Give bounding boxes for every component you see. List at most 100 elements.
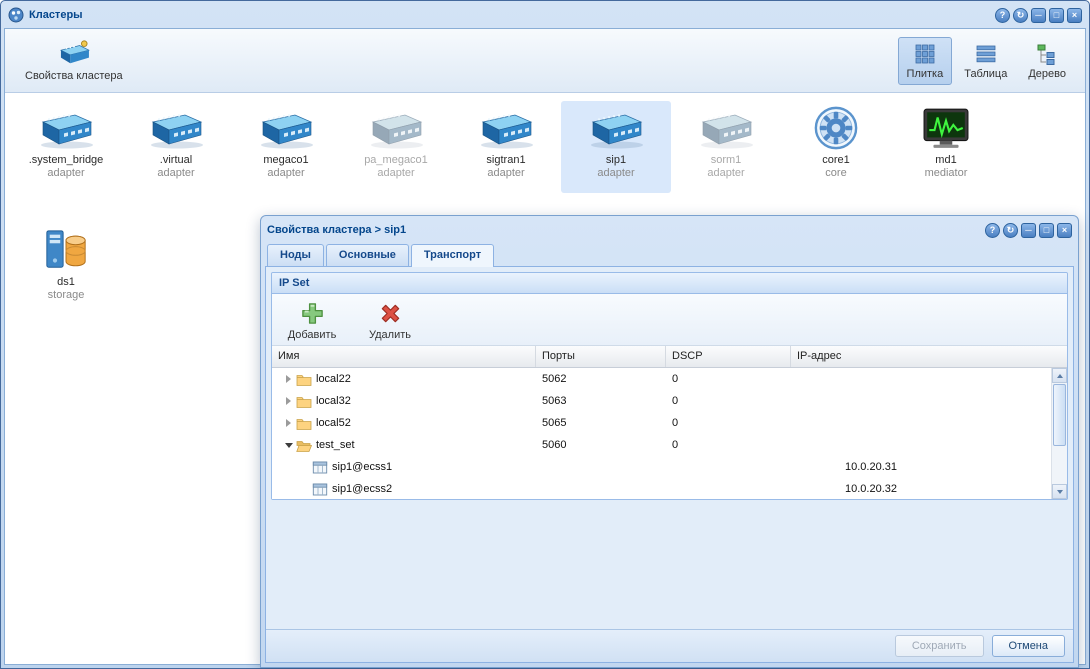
row-ports: 5062 — [536, 373, 666, 385]
dialog-footer: Сохранить Отмена — [266, 629, 1073, 662]
scrollbar-thumb[interactable] — [1053, 384, 1066, 446]
row-name-cell: local52 — [272, 417, 536, 430]
view-button-tree[interactable]: Дерево — [1019, 37, 1075, 85]
window-refresh-button[interactable]: ↻ — [1013, 8, 1028, 23]
cluster-name: sip1 — [606, 154, 626, 167]
cluster-icon — [694, 105, 758, 151]
dialog-help-button[interactable]: ? — [985, 223, 1000, 238]
window-maximize-button[interactable]: □ — [1049, 8, 1064, 23]
cluster-type: adapter — [487, 167, 524, 180]
table-row-sip1-ecss2[interactable]: sip1@ecss2 10.0.20.32 — [272, 478, 1051, 499]
view-label: Дерево — [1028, 68, 1066, 80]
row-name-cell: sip1@ecss2 — [272, 483, 536, 496]
clusters-app-icon — [8, 7, 24, 23]
view-label: Таблица — [964, 68, 1007, 80]
delete-button-label: Удалить — [369, 329, 411, 341]
view-icon — [975, 43, 997, 65]
row-ports: 5065 — [536, 417, 666, 429]
row-icon — [296, 439, 312, 452]
tree-expander[interactable] — [282, 439, 295, 452]
window-titlebar[interactable]: Кластеры ?↻─□× — [4, 4, 1086, 28]
view-button-table[interactable]: Таблица — [955, 37, 1016, 85]
dialog-close-button[interactable]: × — [1057, 223, 1072, 238]
delete-icon — [378, 301, 403, 326]
cluster-icon — [34, 105, 98, 151]
tree-expander[interactable] — [298, 483, 311, 496]
row-icon — [296, 417, 312, 430]
dialog-title: Свойства кластера > sip1 — [267, 224, 406, 236]
dialog-body: IP Set Добавить Удалить ИмяПортыDSCPIP-а… — [265, 266, 1074, 663]
cluster-name: sigtran1 — [486, 154, 525, 167]
tab-main[interactable]: Основные — [326, 244, 409, 266]
window-help-button[interactable]: ? — [995, 8, 1010, 23]
cluster-item-md1[interactable]: md1 mediator — [891, 101, 1001, 193]
row-ip: 10.0.20.31 — [791, 461, 1051, 473]
dialog-refresh-button[interactable]: ↻ — [1003, 223, 1018, 238]
cluster-item-system_bridge[interactable]: .system_bridge adapter — [11, 101, 121, 193]
cluster-type: adapter — [377, 167, 414, 180]
cluster-item-sorm1[interactable]: sorm1 adapter — [671, 101, 781, 193]
scroll-down-button[interactable] — [1052, 484, 1067, 499]
cluster-icon — [144, 105, 208, 151]
tree-indent — [278, 489, 298, 490]
table-row-local52[interactable]: local52 5065 0 — [272, 412, 1051, 434]
grid-body: local22 5062 0 local32 5063 0 local52 50… — [272, 368, 1051, 499]
view-button-tiles[interactable]: Плитка — [898, 37, 953, 85]
dialog-titlebar[interactable]: Свойства кластера > sip1 ?↻─□× — [265, 220, 1074, 240]
tree-expander[interactable] — [282, 395, 295, 408]
cluster-item-core1[interactable]: core1 core — [781, 101, 891, 193]
tree-expander[interactable] — [282, 373, 295, 386]
cluster-item-virtual[interactable]: .virtual adapter — [121, 101, 231, 193]
cluster-icon — [474, 105, 538, 151]
scroll-up-button[interactable] — [1052, 368, 1067, 383]
add-button[interactable]: Добавить — [286, 301, 338, 341]
row-name: local32 — [316, 395, 351, 407]
tab-nodes[interactable]: Ноды — [267, 244, 324, 266]
column-header-ip[interactable]: IP-адрес — [791, 346, 1067, 367]
add-icon — [300, 301, 325, 326]
cluster-item-pa_megaco1[interactable]: pa_megaco1 adapter — [341, 101, 451, 193]
row-icon — [296, 373, 312, 386]
table-row-sip1-ecss1[interactable]: sip1@ecss1 10.0.20.31 — [272, 456, 1051, 478]
column-header-ports[interactable]: Порты — [536, 346, 666, 367]
row-name: sip1@ecss1 — [332, 461, 392, 473]
cluster-name: megaco1 — [263, 154, 308, 167]
column-header-name[interactable]: Имя — [272, 346, 536, 367]
table-row-local32[interactable]: local32 5063 0 — [272, 390, 1051, 412]
ipset-toolbar: Добавить Удалить — [272, 294, 1067, 346]
cluster-properties-icon — [55, 39, 93, 67]
delete-button[interactable]: Удалить — [364, 301, 416, 341]
cluster-icon — [804, 105, 868, 151]
cluster-type: storage — [48, 289, 85, 302]
dialog-maximize-button[interactable]: □ — [1039, 223, 1054, 238]
tree-expander[interactable] — [282, 417, 295, 430]
row-icon — [312, 461, 328, 474]
cluster-name: md1 — [935, 154, 956, 167]
window-minimize-button[interactable]: ─ — [1031, 8, 1046, 23]
tree-expander[interactable] — [298, 461, 311, 474]
cluster-item-sigtran1[interactable]: sigtran1 adapter — [451, 101, 561, 193]
grid-scrollbar[interactable] — [1051, 368, 1067, 499]
cluster-type: core — [825, 167, 846, 180]
row-ip: 10.0.20.32 — [791, 483, 1051, 495]
table-row-test_set[interactable]: test_set 5060 0 — [272, 434, 1051, 456]
table-row-local22[interactable]: local22 5062 0 — [272, 368, 1051, 390]
main-toolbar: Свойства кластера Плитка Таблица Дерево — [5, 29, 1085, 93]
view-icon — [1036, 43, 1058, 65]
cluster-item-ds1[interactable]: ds1 storage — [11, 223, 121, 315]
row-name-cell: local32 — [272, 395, 536, 408]
save-button[interactable]: Сохранить — [895, 635, 984, 657]
column-header-dscp[interactable]: DSCP — [666, 346, 791, 367]
cluster-item-megaco1[interactable]: megaco1 adapter — [231, 101, 341, 193]
tab-transport[interactable]: Транспорт — [411, 244, 494, 267]
cluster-type: adapter — [157, 167, 194, 180]
dialog-minimize-button[interactable]: ─ — [1021, 223, 1036, 238]
row-dscp: 0 — [666, 439, 791, 451]
window-close-button[interactable]: × — [1067, 8, 1082, 23]
cluster-properties-button[interactable]: Свойства кластера — [15, 35, 133, 86]
cluster-item-sip1[interactable]: sip1 adapter — [561, 101, 671, 193]
row-name: local22 — [316, 373, 351, 385]
cluster-properties-dialog: Свойства кластера > sip1 ?↻─□× НодыОснов… — [260, 215, 1079, 668]
row-dscp: 0 — [666, 373, 791, 385]
cancel-button[interactable]: Отмена — [992, 635, 1065, 657]
